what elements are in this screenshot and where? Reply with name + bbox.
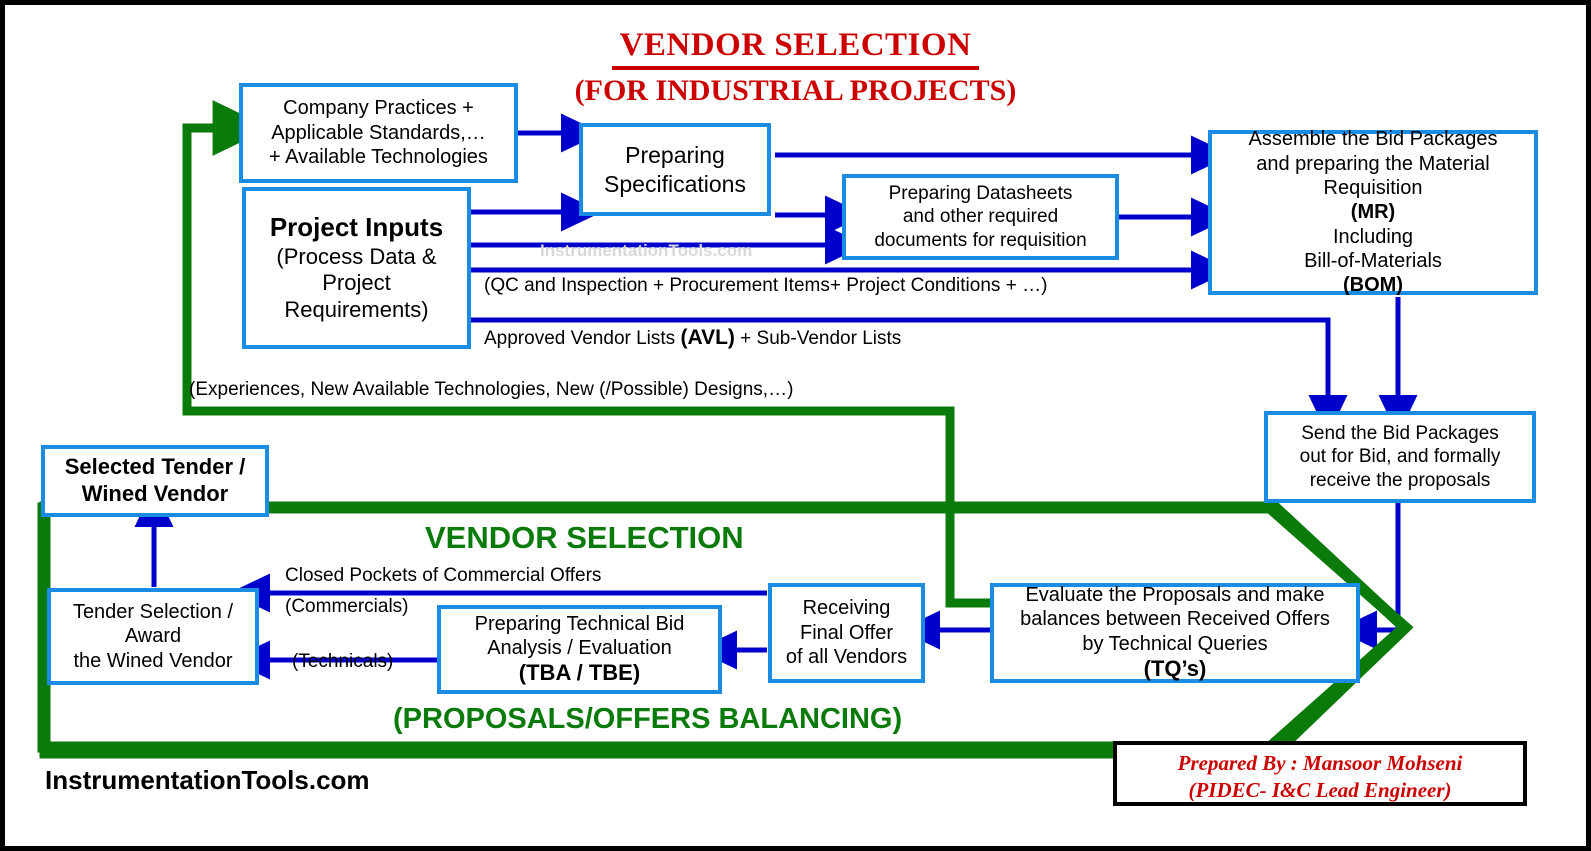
tba-line-2: Analysis / Evaluation xyxy=(487,637,672,660)
box-project-inputs[interactable]: Project Inputs (Process Data & Project R… xyxy=(242,187,471,349)
evaluate-line-3: by Technical Queries (TQ’s) xyxy=(1082,632,1268,682)
company-practices-line-2: Applicable Standards,… xyxy=(271,121,486,144)
avl-text-a: Approved Vendor Lists xyxy=(484,328,681,349)
credit-box: Prepared By : Mansoor Mohseni (PIDEC- I&… xyxy=(1113,741,1527,806)
company-practices-line-3: + Available Technologies xyxy=(269,146,488,169)
box-preparing-specifications[interactable]: Preparing Specifications xyxy=(579,123,771,216)
tender-selection-line-3: the Wined Vendor xyxy=(73,649,233,672)
title-line-2: (FOR INDUSTRIAL PROJECTS) xyxy=(574,74,1017,107)
label-closed-pockets: Closed Pockets of Commercial Offers xyxy=(285,565,602,586)
preparing-datasheets-line-1: Preparing Datasheets xyxy=(888,183,1073,205)
tba-line-1: Preparing Technical Bid xyxy=(474,612,685,635)
avl-text-c: + Sub-Vendor Lists xyxy=(734,328,902,349)
project-inputs-line-2: Project xyxy=(322,270,391,296)
project-inputs-line-3: Requirements) xyxy=(284,297,429,323)
assemble-line-1: Assemble the Bid Packages xyxy=(1248,128,1498,151)
box-selected-tender[interactable]: Selected Tender / Wined Vendor xyxy=(41,445,269,517)
preparing-datasheets-line-3: documents for requisition xyxy=(874,229,1087,251)
evaluate-line-2: balances between Received Offers xyxy=(1020,608,1330,631)
box-preparing-datasheets[interactable]: Preparing Datasheets and other required … xyxy=(842,174,1119,260)
receiving-line-2: Final Offer xyxy=(799,621,893,644)
annotation-vendor-selection: VENDOR SELECTION xyxy=(425,520,744,555)
page-title: VENDOR SELECTION (FOR INDUSTRIAL PROJECT… xyxy=(5,27,1586,108)
receiving-line-3: of all Vendors xyxy=(785,646,908,669)
tba-abbr: (TBA / TBE) xyxy=(518,660,641,686)
box-tba-tbe[interactable]: Preparing Technical Bid Analysis / Evalu… xyxy=(437,605,722,694)
credit-line-2: (PIDEC- I&C Lead Engineer) xyxy=(1188,778,1452,803)
send-bid-line-1: Send the Bid Packages xyxy=(1301,423,1499,445)
tender-selection-line-1: Tender Selection / xyxy=(72,600,234,623)
tqs-abbr: (TQ’s) xyxy=(1143,656,1207,682)
box-tender-selection[interactable]: Tender Selection / Award the Wined Vendo… xyxy=(47,588,259,685)
assemble-line-2: and preparing the Material xyxy=(1256,152,1490,175)
annotation-proposals-balancing: (PROPOSALS/OFFERS BALANCING) xyxy=(393,703,903,735)
project-inputs-heading: Project Inputs xyxy=(269,211,444,242)
receiving-line-1: Receiving xyxy=(802,597,891,620)
label-approved-vendor-lists: Approved Vendor Lists (AVL) + Sub-Vendor… xyxy=(484,325,901,351)
preparing-datasheets-line-2: and other required xyxy=(902,206,1059,228)
box-evaluate-proposals[interactable]: Evaluate the Proposals and make balances… xyxy=(990,583,1360,683)
credit-line-1: Prepared By : Mansoor Mohseni xyxy=(1177,751,1463,775)
send-bid-line-2: out for Bid, and formally xyxy=(1299,446,1501,468)
preparing-specs-line-2: Specifications xyxy=(604,170,746,197)
evaluate-line-1: Evaluate the Proposals and make xyxy=(1025,584,1325,606)
box-receiving-final-offer[interactable]: Receiving Final Offer of all Vendors xyxy=(768,583,925,683)
label-technicals: (Technicals) xyxy=(292,651,394,672)
project-inputs-line-1: (Process Data & xyxy=(276,243,437,269)
send-bid-line-3: receive the proposals xyxy=(1309,469,1491,491)
label-qc-inspection: (QC and Inspection + Procurement Items+ … xyxy=(484,275,1048,296)
avl-abbr: (AVL) xyxy=(680,326,735,349)
selected-tender-line-1: Selected Tender / xyxy=(64,454,246,480)
tender-selection-line-2: Award xyxy=(124,625,182,648)
title-line-1: VENDOR SELECTION xyxy=(611,27,980,70)
watermark-text: InstrumentationTools.com xyxy=(540,241,753,260)
label-experiences: (Experiences, New Available Technologies… xyxy=(189,379,794,400)
mr-abbr: (MR) xyxy=(1350,201,1396,224)
box-assemble-bid-packages[interactable]: Assemble the Bid Packages and preparing … xyxy=(1208,128,1538,297)
label-commercials: (Commercials) xyxy=(285,596,409,617)
selected-tender-line-2: Wined Vendor xyxy=(81,481,229,506)
assemble-line-4: Bill-of-Materials (BOM) xyxy=(1304,250,1442,297)
site-brand: InstrumentationTools.com xyxy=(45,765,370,795)
bom-abbr: (BOM) xyxy=(1343,274,1403,297)
assemble-line-3: Requisition (MR) Including xyxy=(1323,176,1423,248)
diagram-canvas: VENDOR SELECTION (FOR INDUSTRIAL PROJECT… xyxy=(0,0,1591,851)
box-send-bid-packages[interactable]: Send the Bid Packages out for Bid, and f… xyxy=(1264,411,1536,503)
preparing-specs-line-1: Preparing xyxy=(625,142,725,169)
